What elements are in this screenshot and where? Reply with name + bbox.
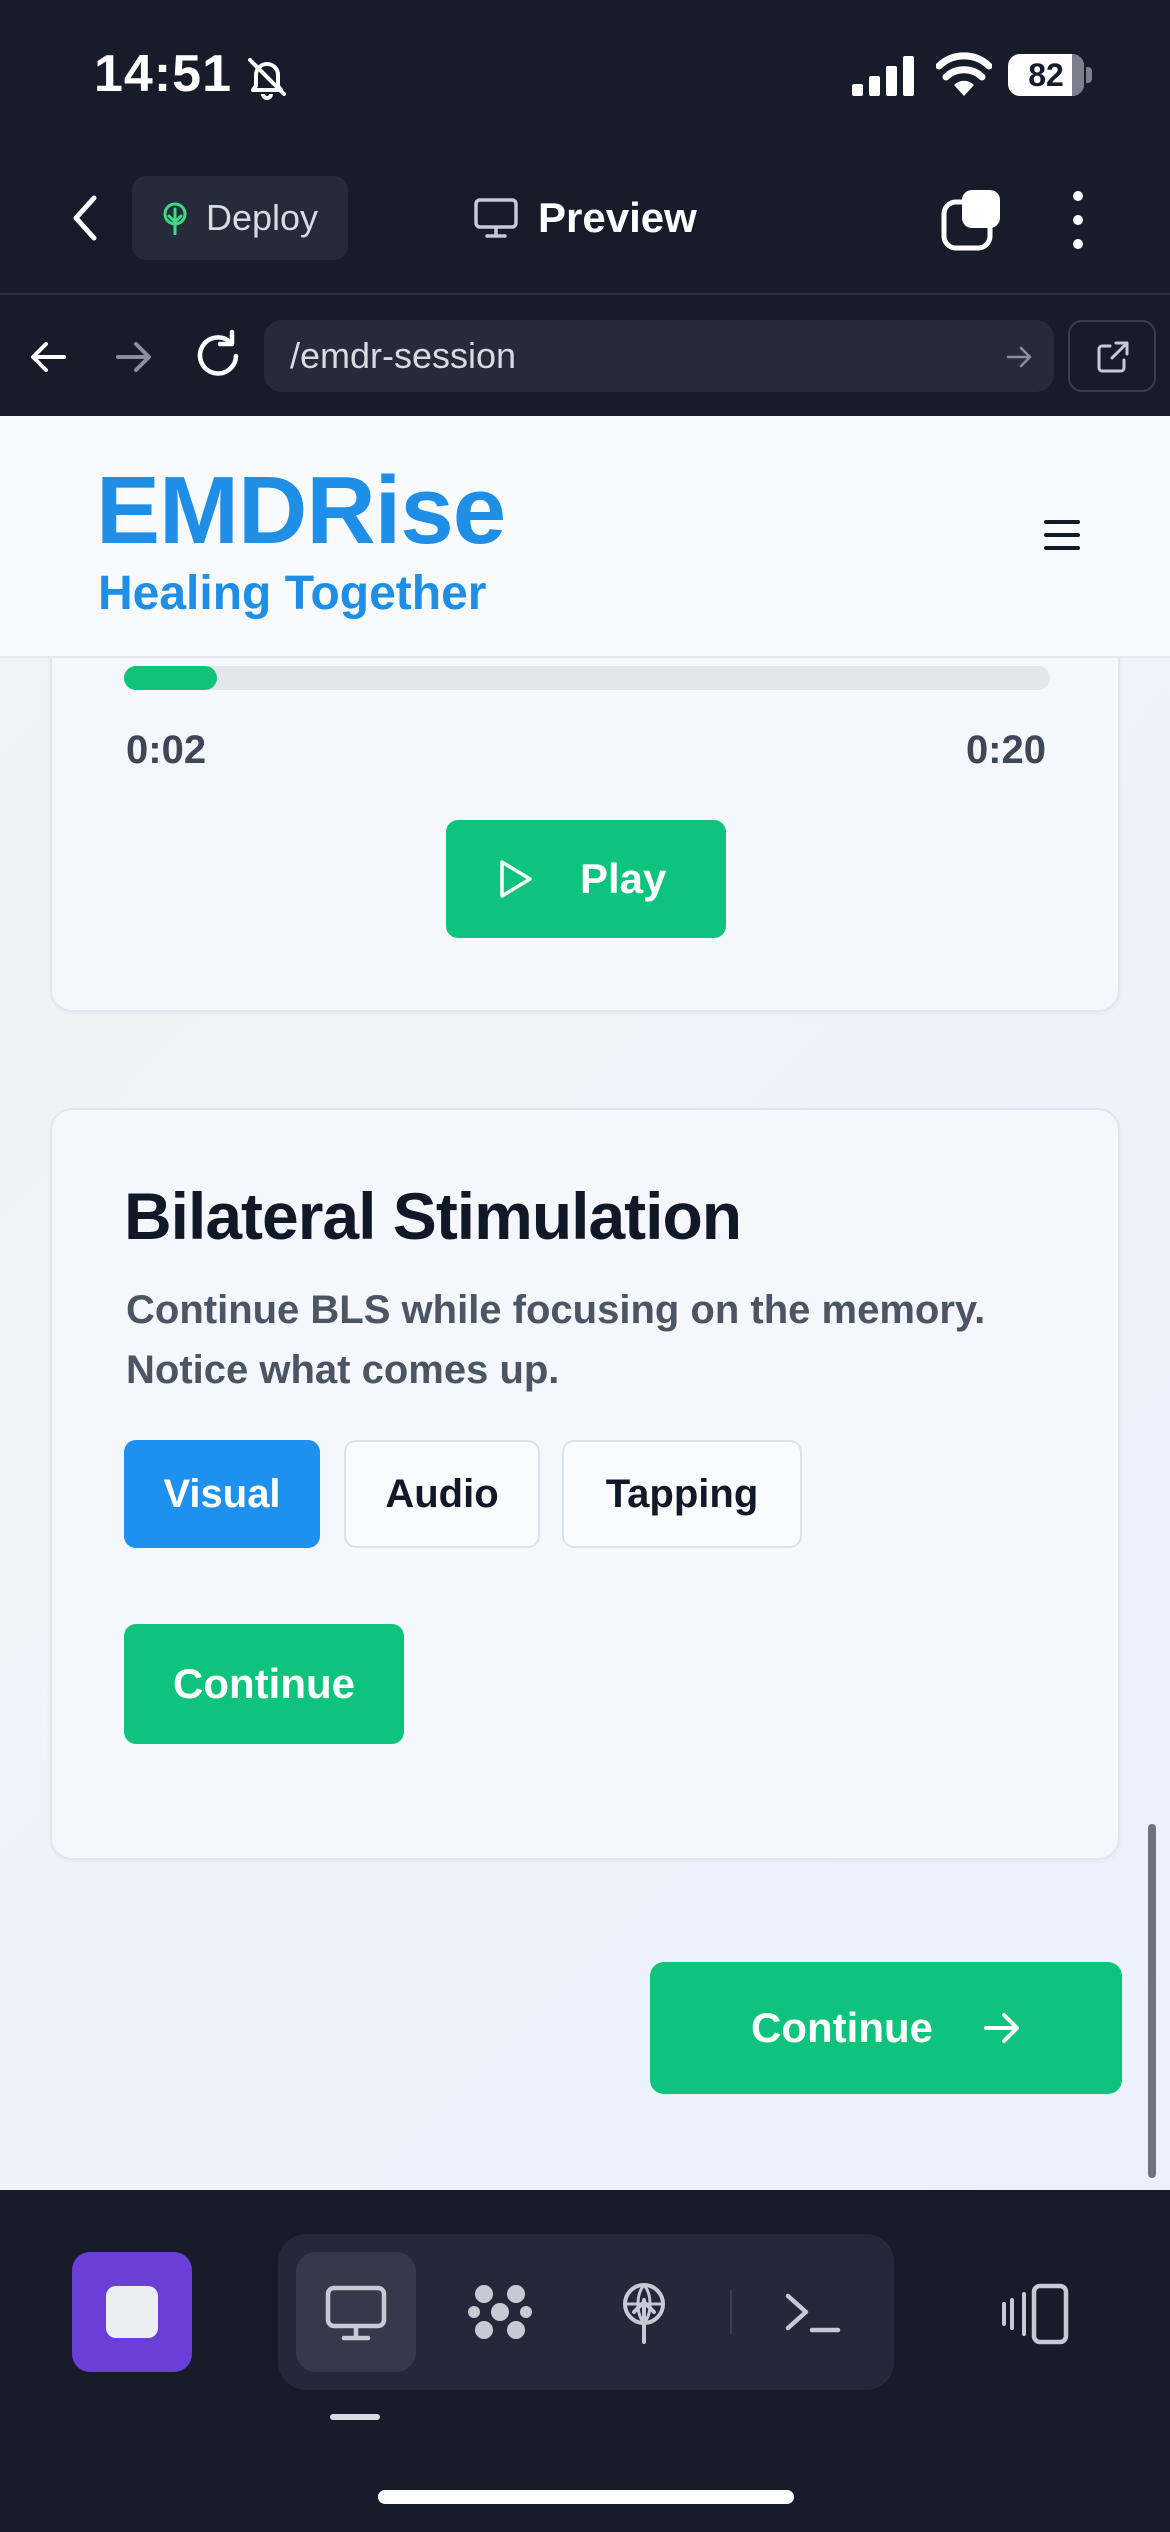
arrow-right-icon[interactable]	[108, 332, 158, 382]
terminal-icon	[785, 2293, 841, 2333]
layout-toggle-icon[interactable]	[1000, 2282, 1072, 2346]
arrow-right-icon	[983, 2013, 1019, 2043]
card-description: Continue BLS while focusing on the memor…	[126, 1288, 986, 1392]
hamburger-menu-icon[interactable]	[1044, 520, 1080, 550]
brand-logo[interactable]: EMDRise	[96, 456, 506, 566]
play-button[interactable]: Play	[446, 820, 726, 938]
bottom-dock	[0, 2190, 1170, 2532]
external-link-icon	[1097, 341, 1129, 373]
deploy-tree-icon	[163, 202, 187, 235]
dock-tab-packages[interactable]	[440, 2252, 560, 2372]
monitor-icon	[325, 2285, 387, 2341]
site-header: EMDRise Healing Together	[0, 416, 1170, 658]
app-toolbar: Deploy Preview	[0, 150, 1170, 295]
more-vertical-icon[interactable]	[1058, 188, 1098, 252]
battery-icon: 82	[1008, 54, 1092, 96]
continue-label: Continue	[751, 2004, 933, 2051]
continue-button[interactable]: Continue	[650, 1962, 1122, 2094]
cellular-signal-icon	[852, 56, 914, 96]
preview-label: Preview	[538, 194, 697, 241]
play-label: Play	[580, 855, 667, 902]
molecule-icon	[468, 2285, 532, 2339]
open-external-button[interactable]	[1068, 320, 1156, 392]
brand-tagline: Healing Together	[98, 567, 487, 620]
card-title: Bilateral Stimulation	[124, 1179, 742, 1253]
browser-bar: /emdr-session	[0, 296, 1170, 416]
web-content: EMDRise Healing Together 0:02 0:20 Play …	[0, 416, 1170, 2190]
bell-slash-icon	[248, 58, 286, 100]
url-field[interactable]: /emdr-session	[264, 320, 1054, 392]
dock-tab-deploy[interactable]	[584, 2252, 704, 2372]
arrow-right-icon[interactable]	[1004, 342, 1034, 372]
dock-tab-group	[278, 2234, 894, 2390]
mode-visual-button[interactable]: Visual	[124, 1440, 320, 1548]
status-time: 14:51	[94, 45, 232, 103]
home-indicator	[378, 2490, 794, 2504]
bilateral-stimulation-card: Bilateral Stimulation Continue BLS while…	[50, 1108, 1120, 1860]
tabs-icon[interactable]	[940, 188, 1004, 252]
status-bar: 14:51 82	[0, 0, 1170, 150]
page-scrollbar[interactable]	[1148, 1824, 1156, 2178]
arrow-left-icon[interactable]	[24, 332, 74, 382]
deploy-button[interactable]: Deploy	[132, 176, 348, 260]
reload-icon[interactable]	[190, 328, 246, 384]
active-tab-indicator	[330, 2414, 380, 2420]
bls-continue-button[interactable]: Continue	[124, 1624, 404, 1744]
deploy-tree-icon	[623, 2283, 665, 2344]
mode-tapping-button[interactable]: Tapping	[562, 1440, 802, 1548]
url-text: /emdr-session	[290, 335, 517, 376]
dock-divider	[730, 2290, 732, 2334]
current-time: 0:02	[126, 728, 207, 772]
audio-progress-fill	[124, 666, 217, 690]
dock-tab-preview[interactable]	[296, 2252, 416, 2372]
battery-level: 82	[1028, 57, 1064, 93]
audio-progress-bar[interactable]	[124, 666, 1050, 690]
stop-button[interactable]	[72, 2252, 192, 2372]
chevron-left-icon[interactable]	[60, 188, 110, 248]
wifi-icon	[936, 52, 992, 96]
preview-tab[interactable]: Preview	[474, 190, 697, 246]
stop-icon	[106, 2286, 158, 2338]
total-time: 0:20	[965, 728, 1046, 772]
deploy-label: Deploy	[206, 197, 319, 238]
monitor-icon	[474, 198, 518, 238]
dock-tab-terminal[interactable]	[752, 2252, 872, 2372]
mode-audio-button[interactable]: Audio	[344, 1440, 540, 1548]
play-icon	[500, 860, 532, 898]
